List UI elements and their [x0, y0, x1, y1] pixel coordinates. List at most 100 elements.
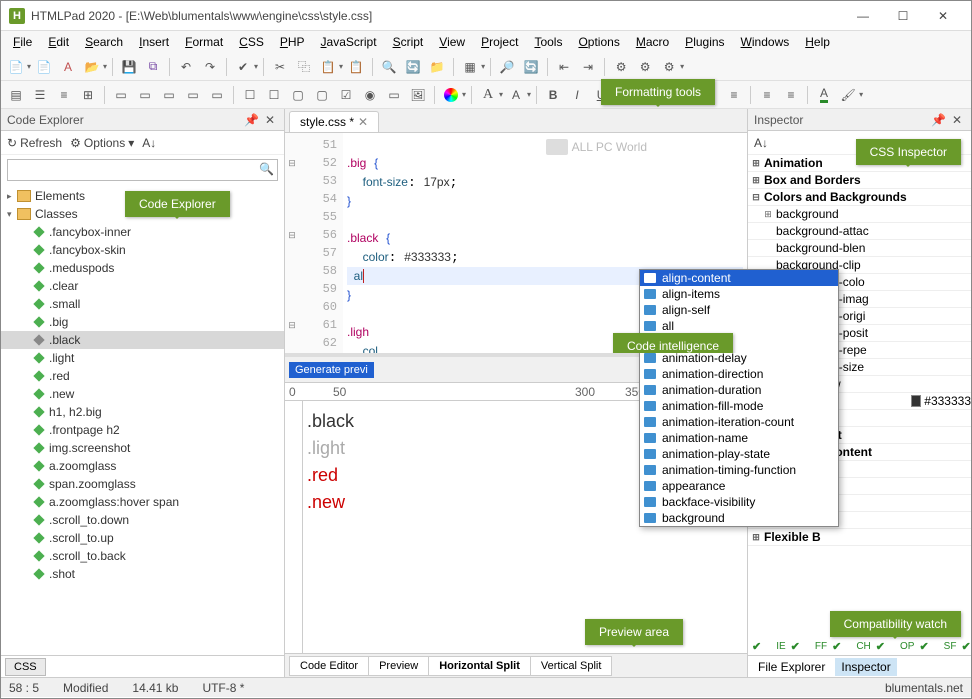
tree-item[interactable]: .clear	[1, 277, 284, 295]
menu-css[interactable]: CSS	[233, 33, 270, 51]
color-wheel-icon[interactable]	[440, 84, 462, 106]
autocomplete-item[interactable]: align-content	[640, 270, 838, 286]
inspector-close-icon[interactable]: ✕	[949, 113, 965, 127]
heading-icon[interactable]: ⊞	[77, 84, 99, 106]
table-icon[interactable]: ▦	[459, 56, 481, 78]
clipboard-icon[interactable]: 📋	[345, 56, 367, 78]
autocomplete-item[interactable]: animation-duration	[640, 382, 838, 398]
find-icon[interactable]: 🔍	[378, 56, 400, 78]
maximize-button[interactable]: ☐	[883, 1, 923, 31]
open-folder-icon[interactable]: 📂	[81, 56, 103, 78]
menu-javascript[interactable]: JavaScript	[315, 33, 383, 51]
tree-item[interactable]: .light	[1, 349, 284, 367]
find-files-icon[interactable]: 📁	[426, 56, 448, 78]
new-file-alt-icon[interactable]: 📄	[33, 56, 55, 78]
input-3-icon[interactable]: ▢	[287, 84, 309, 106]
indent-right-icon[interactable]: ⇥	[577, 56, 599, 78]
browser-find-icon[interactable]: 🔎	[496, 56, 518, 78]
tree-item[interactable]: .big	[1, 313, 284, 331]
inspector-property[interactable]: background-attac	[748, 223, 971, 240]
search-input[interactable]	[7, 159, 278, 181]
menu-help[interactable]: Help	[799, 33, 836, 51]
cut-icon[interactable]: ✂	[269, 56, 291, 78]
settings-1-icon[interactable]: ⚙	[610, 56, 632, 78]
mode-tab-preview[interactable]: Preview	[368, 656, 429, 676]
menu-tools[interactable]: Tools	[528, 33, 568, 51]
tree-item[interactable]: h1, h2.big	[1, 403, 284, 421]
align-2-icon[interactable]: ▭	[134, 84, 156, 106]
input-2-icon[interactable]: ☐	[263, 84, 285, 106]
autocomplete-item[interactable]: align-self	[640, 302, 838, 318]
inspector-sort-icon[interactable]: A↓	[754, 136, 768, 150]
new-file-icon[interactable]: 📄	[5, 56, 27, 78]
tree-item[interactable]: .scroll_to.back	[1, 547, 284, 565]
menu-search[interactable]: Search	[79, 33, 129, 51]
tree-item[interactable]: .small	[1, 295, 284, 313]
mode-tab-code-editor[interactable]: Code Editor	[289, 656, 369, 676]
tree-item[interactable]: .shot	[1, 565, 284, 583]
autocomplete-item[interactable]: backface-visibility	[640, 494, 838, 510]
button-icon[interactable]: ▭	[383, 84, 405, 106]
italic-icon[interactable]: I	[566, 84, 588, 106]
menu-macro[interactable]: Macro	[630, 33, 675, 51]
menu-plugins[interactable]: Plugins	[679, 33, 730, 51]
redo-icon[interactable]: ↷	[199, 56, 221, 78]
tree-item[interactable]: .scroll_to.up	[1, 529, 284, 547]
menu-project[interactable]: Project	[475, 33, 524, 51]
align-4-icon[interactable]: ▭	[182, 84, 204, 106]
panel-close-icon[interactable]: ✕	[262, 113, 278, 127]
pin-icon[interactable]: 📌	[241, 113, 262, 127]
tree-item[interactable]: span.zoomglass	[1, 475, 284, 493]
font-color-icon[interactable]: A	[813, 84, 835, 106]
tree-item[interactable]: a.zoomglass:hover span	[1, 493, 284, 511]
settings-3-icon[interactable]: ⚙	[658, 56, 680, 78]
autocomplete-item[interactable]: animation-direction	[640, 366, 838, 382]
spellcheck-icon[interactable]: ✔	[232, 56, 254, 78]
right-tab-file-explorer[interactable]: File Explorer	[752, 658, 831, 676]
inspector-category[interactable]: ⊟Colors and Backgrounds	[748, 189, 971, 206]
mode-tab-horizontal-split[interactable]: Horizontal Split	[428, 656, 531, 676]
align-justify-icon[interactable]: ≡	[723, 84, 745, 106]
menu-windows[interactable]: Windows	[735, 33, 796, 51]
autocomplete-item[interactable]: animation-iteration-count	[640, 414, 838, 430]
menu-insert[interactable]: Insert	[133, 33, 175, 51]
explorer-tab-css[interactable]: CSS	[5, 658, 46, 676]
checkbox-icon[interactable]: ☑	[335, 84, 357, 106]
save-icon[interactable]: 💾	[118, 56, 140, 78]
radio-icon[interactable]: ◉	[359, 84, 381, 106]
paste-icon[interactable]: 📋	[317, 56, 339, 78]
menu-file[interactable]: File	[7, 33, 38, 51]
autocomplete-item[interactable]: appearance	[640, 478, 838, 494]
autocomplete-item[interactable]: all	[640, 318, 838, 334]
search-icon[interactable]: 🔍	[259, 162, 274, 176]
sort-icon[interactable]: A↓	[142, 136, 156, 150]
mode-tab-vertical-split[interactable]: Vertical Split	[530, 656, 613, 676]
autocomplete-item[interactable]: background	[640, 510, 838, 526]
menu-view[interactable]: View	[433, 33, 471, 51]
tree-item[interactable]: a.zoomglass	[1, 457, 284, 475]
font-family-icon[interactable]: A	[477, 84, 499, 106]
menu-edit[interactable]: Edit	[42, 33, 75, 51]
autocomplete-item[interactable]: animation-play-state	[640, 446, 838, 462]
new-css-icon[interactable]: A	[57, 56, 79, 78]
ul-icon[interactable]: ≡	[780, 84, 802, 106]
options-button[interactable]: ⚙ Options ▾	[70, 136, 134, 150]
align-1-icon[interactable]: ▭	[110, 84, 132, 106]
input-1-icon[interactable]: ☐	[239, 84, 261, 106]
bold-icon[interactable]: B	[542, 84, 564, 106]
tree-item[interactable]: img.screenshot	[1, 439, 284, 457]
autocomplete-item[interactable]: animation-name	[640, 430, 838, 446]
menu-script[interactable]: Script	[387, 33, 430, 51]
right-tab-inspector[interactable]: Inspector	[835, 658, 896, 676]
tree-item[interactable]: .fancybox-inner	[1, 223, 284, 241]
close-button[interactable]: ✕	[923, 1, 963, 31]
settings-2-icon[interactable]: ⚙	[634, 56, 656, 78]
menu-options[interactable]: Options	[572, 33, 625, 51]
inspector-property[interactable]: background-blen	[748, 240, 971, 257]
ol-icon[interactable]: ≡	[756, 84, 778, 106]
tree-item[interactable]: .frontpage h2	[1, 421, 284, 439]
align-5-icon[interactable]: ▭	[206, 84, 228, 106]
tab-close-icon[interactable]: ✕	[358, 115, 368, 129]
inspector-property[interactable]: ⊞background	[748, 206, 971, 223]
copy-icon[interactable]: ⿻	[293, 56, 315, 78]
